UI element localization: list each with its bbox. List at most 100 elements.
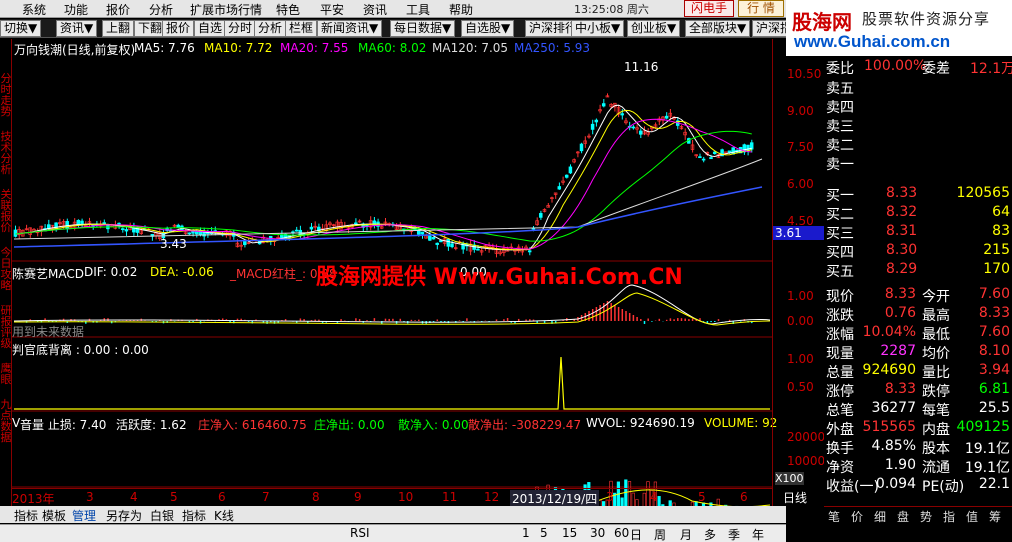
period-button[interactable]: 月 [680,526,692,542]
market-button[interactable]: 行 情 [738,0,784,17]
logo-name: 股海网 [792,10,852,34]
side-tab[interactable]: 研报评级 [0,305,12,349]
period-button[interactable]: 年 [752,526,764,542]
stat-row: 外盘 515565 内盘 409125 [824,419,1012,438]
period-button[interactable]: 周 [654,526,666,542]
menu-feature[interactable]: 特色 [276,1,300,18]
toolbar-button[interactable]: 沪深指 [752,20,786,37]
stat-row: 换手 4.85% 股本 19.1亿 [824,438,1012,457]
menu-ext-market[interactable]: 扩展市场行情 [190,1,262,18]
toolbar-button[interactable]: 创业板▼ [627,20,681,37]
date-tick: 2013/12/19/四 [510,490,600,507]
period-button[interactable]: 30 [590,526,605,540]
buy-price: 8.29 [886,261,918,277]
candle-body [187,232,192,235]
panel-tab[interactable]: 细 [874,508,886,525]
panel-tab[interactable]: 筹 [989,508,1001,525]
stat-label: 最低 [922,327,950,343]
candle-body [476,248,480,251]
side-tab[interactable]: 关联报价 [0,189,12,233]
vol-field: 庄净入: 616460.75 [198,418,307,432]
candle-body [120,228,125,231]
period-button[interactable]: 1 [522,526,530,540]
menu-pingan[interactable]: 平安 [320,1,344,18]
bottom-tab[interactable]: K线 [214,507,234,524]
toolbar-button[interactable]: 中小板▼ [571,20,625,37]
candle-body [372,220,377,226]
stat-value: 3.94 [978,362,1010,378]
menu-news[interactable]: 资讯 [363,1,387,18]
ma120-label: MA120: 7.05 [432,41,509,55]
menu-analysis[interactable]: 分析 [149,1,173,18]
period-label[interactable]: 日线 [783,489,807,506]
macd-dif: DIF: 0.02 [84,265,138,279]
stat-label: 每笔 [922,403,950,419]
toolbar-button[interactable]: 自选 [194,20,227,37]
panel-tab[interactable]: 指 [943,508,955,525]
toolbar-button[interactable]: 新闻资讯▼ [317,20,383,37]
bottom-tab[interactable]: 管理 [72,507,96,524]
period-button[interactable]: 15 [562,526,577,540]
candle-body [294,229,299,232]
price-tag: 3.61 [773,226,825,240]
side-tab[interactable]: 九点数据 [0,399,12,443]
menu-system[interactable]: 系统 [22,1,46,18]
period-button[interactable]: 多 [704,526,716,542]
stat-label: 股本 [922,441,950,457]
panel-tab[interactable]: 势 [920,508,932,525]
toolbar-button[interactable]: 分时 [224,20,257,37]
toolbar-button[interactable]: 每日数据▼ [390,20,456,37]
side-tab[interactable]: 鹰眼 [0,363,12,385]
toolbar-button[interactable]: 报价 [162,20,195,37]
bottom-tab[interactable]: 白银 [150,507,174,524]
candle-body [620,113,624,116]
panel-tab[interactable]: 价 [851,508,863,525]
stat-row: 总量 924690 量比 3.94 [824,362,1012,381]
menu-function[interactable]: 功能 [64,1,88,18]
side-tab[interactable]: 技术分析 [0,131,12,175]
toolbar-button[interactable]: 全部版块▼ [685,20,751,37]
quote-panel: 委比 100.00% 委差 12.1万 卖五 卖四 卖三 卖二 卖一 买一 8.33 120565 买二… [824,56,1012,506]
stat-value: 36277 [871,400,916,416]
bottom-tab[interactable]: 另存为 [106,507,142,524]
bottom-tab[interactable]: 指标 [182,507,206,524]
bottom-tab[interactable]: 模板 [42,507,66,524]
vol-field: 音量 止损: 7.40 [20,418,107,432]
toolbar-button[interactable]: 分析 [254,20,287,37]
menu-help[interactable]: 帮助 [449,1,473,18]
toolbar-button[interactable]: 上翻 [102,20,135,37]
bottom-tab[interactable]: 指标 [14,507,38,524]
flash-trade-button[interactable]: 闪电手 [684,0,734,17]
vol-title: V [12,416,21,430]
period-button[interactable]: 日 [630,526,642,542]
toolbar-button[interactable]: 切换▼ [0,20,42,37]
period-button[interactable]: 60 [614,526,629,540]
candle-body [450,243,454,248]
date-tick: 6 [218,490,226,504]
panel-tab[interactable]: 笔 [828,508,840,525]
toolbar-button[interactable]: 自选股▼ [461,20,515,37]
menu-tools[interactable]: 工具 [406,1,430,18]
left-side-tabs: 分时走势技术分析关联报价今日攻略研报评级鹰眼九点数据 [0,39,12,506]
toolbar-button[interactable]: 栏框 [285,20,318,37]
period-button[interactable]: RSI [350,526,370,540]
stat-label: 收益(一) [826,479,879,495]
buy-row: 买三 8.31 83 [824,223,1012,242]
stat-value: 515565 [862,419,916,435]
panel-tab[interactable]: 盘 [897,508,909,525]
period-button[interactable]: 季 [728,526,740,542]
period-button[interactable]: 5 [540,526,548,540]
buy-volume: 83 [992,223,1010,239]
label: 委差 [922,61,950,77]
panel-tab[interactable]: 值 [966,508,978,525]
bottom-tabs: 指标 模板 管理 另存为 白银 指标 K线 [0,506,786,523]
stat-value: 8.33 [884,381,916,397]
vol-field: 活跃度: 1.62 [116,418,187,432]
candle-body [420,231,425,235]
sell-label: 卖五 [826,81,854,97]
menu-quote[interactable]: 报价 [106,1,130,18]
side-tab[interactable]: 分时走势 [0,73,12,117]
toolbar-button[interactable]: 资讯▼ [56,20,98,37]
chart-area[interactable]: 万向钱潮(日线,前复权) MA5: 7.76 MA10: 7.72 MA20: … [12,39,777,506]
side-tab[interactable]: 今日攻略 [0,247,12,291]
